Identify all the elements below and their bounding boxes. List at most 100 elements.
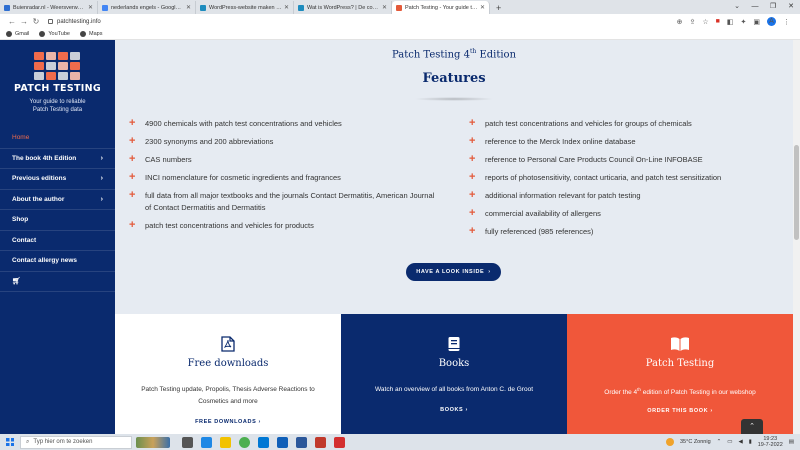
pdf-extension-icon[interactable]: ■ (716, 18, 720, 25)
browser-tab-bar: Buienradar.nl - Weersverwachtin ✕ nederlan… (0, 0, 800, 14)
sidebar-item-home[interactable]: Home (0, 128, 115, 149)
books-link[interactable]: BOOKS › (341, 407, 567, 413)
puzzle-icon[interactable]: ✦ (741, 18, 747, 26)
task-view-icon[interactable] (182, 436, 193, 448)
order-this-book-link[interactable]: ORDER THIS BOOK › (567, 408, 793, 414)
browser-tab-3[interactable]: Wat is WordPress? | De complete✕ (294, 1, 392, 14)
chrome-icon[interactable] (239, 436, 250, 448)
menu-label: Contact (12, 236, 37, 244)
word-icon[interactable] (296, 436, 307, 448)
page-scrollbar[interactable] (793, 40, 800, 434)
sidebar-item-about-the-author[interactable]: About the author › (0, 190, 115, 210)
scroll-to-top-button[interactable]: ⌃ (741, 419, 763, 434)
store-icon[interactable] (258, 436, 269, 448)
menu-label: Shop (12, 216, 29, 224)
feature-text: commercial availability of allergens (485, 209, 601, 218)
minimize-icon[interactable]: — (746, 0, 764, 14)
search-highlight-image[interactable] (136, 436, 170, 448)
sidepanel-icon[interactable]: ▣ (753, 18, 760, 26)
tab-close-icon[interactable]: ✕ (88, 4, 93, 11)
system-tray: 35°C Zonnig ⌃ ▭ ◀ ▮ 19:23 19-7-2022 ▤ (666, 436, 800, 448)
feature-item: + patch test concentrations and vehicles … (469, 118, 769, 130)
browser-tab-4[interactable]: Patch Testing - Your guide to reli ✕ (392, 1, 490, 14)
logo-tile (34, 52, 45, 61)
tray-arrow-icon[interactable]: ⌃ (717, 439, 722, 445)
free-downloads-link[interactable]: FREE DOWNLOADS › (115, 419, 341, 425)
sidebar-item-contact-allergy-news[interactable]: Contact allergy news (0, 251, 115, 272)
sidebar-menu: Home The book 4th Edition › Previous editio… (0, 128, 115, 292)
features-left-column: +4900 chemicals with patch test concentr… (129, 118, 439, 238)
notifications-icon[interactable]: ▤ (789, 439, 794, 445)
scrollbar-thumb[interactable] (794, 145, 799, 240)
tab-close-icon[interactable]: ✕ (382, 4, 387, 11)
tab-close-icon[interactable]: ✕ (284, 4, 289, 11)
weather-text[interactable]: 35°C Zonnig (680, 439, 711, 445)
maps-icon (80, 31, 86, 37)
card-title: Free downloads (187, 358, 269, 369)
card-free-downloads: Free downloads Patch Testing update, Pro… (115, 314, 341, 434)
plus-icon: + (129, 219, 136, 231)
plus-icon: + (469, 153, 476, 165)
menu-dots-icon[interactable]: ⋮ (783, 18, 790, 26)
taskbar-search-input[interactable]: ⌕ Typ hier om te zoeken (20, 435, 132, 449)
windows-taskbar: ⌕ Typ hier om te zoeken 35°C Zonnig ⌃ ▭ ◀… (0, 434, 800, 450)
close-window-icon[interactable]: ✕ (782, 0, 800, 14)
share-icon[interactable]: ⇪ (689, 18, 695, 26)
browser-tab-1[interactable]: nederlands engels - Google Zoek✕ (98, 1, 196, 14)
sidebar-item-contact[interactable]: Contact (0, 231, 115, 251)
card-description: Watch an overview of all books from Anto… (375, 386, 533, 393)
tab-search-chevron-icon[interactable]: ⌄ (734, 2, 740, 10)
bookmark-gmail[interactable]: Gmail (6, 31, 29, 37)
extension-icon[interactable]: ◧ (727, 18, 734, 26)
bookmark-youtube[interactable]: YouTube (39, 31, 70, 37)
have-a-look-inside-button[interactable]: HAVE A LOOK INSIDE › (406, 263, 501, 281)
card-patch-testing: Patch Testing Order the 4th edition of P… (567, 314, 793, 434)
feature-text: 2300 synonyms and 200 abbreviations (145, 137, 274, 146)
zoom-icon[interactable]: ⊕ (677, 18, 683, 26)
sidebar-item-the-book-4th-edition[interactable]: The book 4th Edition › (0, 149, 115, 169)
sidebar-item-previous-editions[interactable]: Previous editions › (0, 169, 115, 190)
star-icon[interactable]: ☆ (702, 18, 708, 26)
browser-tab-2[interactable]: WordPress-website maken | Bou ✕ (196, 1, 294, 14)
brand-tagline: Your guide to reliable Patch Testing dat… (29, 99, 86, 113)
file-explorer-icon[interactable] (220, 436, 231, 448)
tab-close-icon[interactable]: ✕ (480, 4, 485, 11)
feature-item: + CAS numbers (129, 154, 439, 166)
clock[interactable]: 19:23 19-7-2022 (758, 436, 783, 448)
weather-sun-icon[interactable] (666, 438, 674, 446)
feature-item: + additional information relevant for pat… (469, 190, 769, 202)
bookmark-maps[interactable]: Maps (80, 31, 102, 37)
open-book-icon (671, 337, 689, 351)
url-field[interactable]: patchtesting.info (48, 16, 677, 27)
reload-icon[interactable]: ↻ (30, 17, 42, 26)
sidebar-item-cart[interactable]: 🛒︎ (0, 272, 115, 292)
browser-tab-0[interactable]: Buienradar.nl - Weersverwachtin ✕ (0, 1, 98, 14)
search-icon: ⌕ (26, 438, 30, 445)
logo-tile (45, 52, 57, 61)
chevron-right-icon: › (465, 407, 468, 413)
back-icon[interactable]: ← (6, 17, 18, 26)
battery-icon[interactable]: ▮ (749, 439, 752, 445)
volume-icon[interactable]: ◀ (738, 439, 742, 445)
maximize-icon[interactable]: ❐ (764, 0, 782, 14)
feature-text: 4900 chemicals with patch test concentra… (145, 119, 342, 128)
acrobat-icon[interactable] (334, 436, 345, 448)
tab-close-icon[interactable]: ✕ (186, 4, 191, 11)
outlook-icon[interactable] (277, 436, 288, 448)
network-icon[interactable]: ▭ (727, 439, 732, 445)
chevron-right-icon: › (710, 408, 713, 414)
tab-favicon-icon (298, 4, 304, 11)
cart-icon: 🛒︎ (12, 278, 21, 286)
edge-icon[interactable] (201, 436, 212, 448)
sidebar-item-shop[interactable]: Shop (0, 210, 115, 231)
windows-start-icon[interactable] (0, 438, 20, 446)
new-tab-button[interactable]: + (490, 1, 507, 14)
profile-avatar[interactable]: A (767, 17, 776, 26)
feature-text: fully referenced (985 references) (485, 227, 594, 236)
logo-tile (57, 71, 69, 80)
patch-testing-logo[interactable] (34, 52, 80, 80)
app-icon[interactable] (315, 436, 326, 448)
menu-label: Contact allergy news (12, 257, 78, 265)
card-books: Books Watch an overview of all books fro… (341, 314, 567, 434)
forward-icon[interactable]: → (18, 17, 30, 26)
